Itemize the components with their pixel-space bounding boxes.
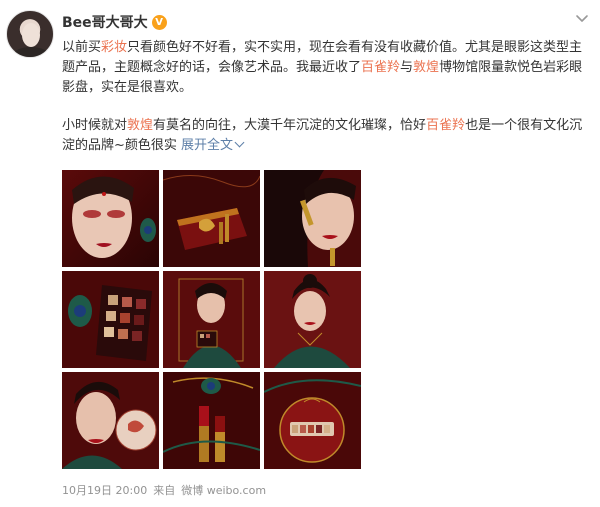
post-text-segment: 小时候就对 <box>62 118 128 133</box>
photo-thumbnail[interactable] <box>62 271 159 368</box>
post-footer: 10月19日 20:00 来自 微博 weibo.com <box>62 482 266 498</box>
keyword-link[interactable]: 百雀羚 <box>361 60 400 75</box>
photo-round-compact <box>264 372 361 469</box>
photo-lipsticks-peacock <box>163 372 260 469</box>
photo-thumbnail[interactable] <box>163 271 260 368</box>
photo-thumbnail[interactable] <box>264 170 361 267</box>
post-source[interactable]: 微博 weibo.com <box>181 482 266 498</box>
avatar-shoulder <box>13 47 49 57</box>
source-prefix: 来自 <box>153 484 176 497</box>
expand-arrow-icon <box>234 137 245 148</box>
author-name[interactable]: Bee哥大哥大 <box>62 12 148 32</box>
avatar-face <box>22 23 40 47</box>
photo-model-holding-palette <box>163 271 260 368</box>
photo-model-lipstick <box>264 170 361 267</box>
photo-thumbnail[interactable] <box>163 170 260 267</box>
post-text-segment: 有莫名的向往，大漠千年沉淀的文化璀璨，恰好 <box>153 118 427 133</box>
photo-model-with-fan <box>62 372 159 469</box>
keyword-link[interactable]: 敦煌 <box>413 60 439 75</box>
photo-model-closeup <box>62 170 159 267</box>
photo-thumbnail[interactable] <box>62 170 159 267</box>
keyword-link[interactable]: 彩妆 <box>101 40 127 55</box>
photo-model-portrait <box>264 271 361 368</box>
post-text-segment: 以前买 <box>62 40 102 55</box>
avatar[interactable] <box>6 10 54 58</box>
expand-full-text-link[interactable]: 展开全文 <box>181 137 245 153</box>
keyword-link[interactable]: 敦煌 <box>127 118 153 133</box>
keyword-link[interactable]: 百雀羚 <box>426 118 465 133</box>
photo-grid <box>62 170 361 469</box>
post-text-segment: 与 <box>400 60 414 75</box>
post-text: 以前买彩妆只看颜色好不好看，实不实用，现在会看有没有收藏价值。尤其是眼影这类型主… <box>62 38 590 174</box>
photo-palette-case <box>163 170 260 267</box>
post-paragraph-1: 以前买彩妆只看颜色好不好看，实不实用，现在会看有没有收藏价值。尤其是眼影这类型主… <box>62 38 590 98</box>
photo-thumbnail[interactable] <box>62 372 159 469</box>
post-paragraph-2: 小时候就对敦煌有莫名的向往，大漠千年沉淀的文化璀璨，恰好百雀羚也是一个很有文化沉… <box>62 116 590 156</box>
photo-thumbnail[interactable] <box>163 372 260 469</box>
photo-eyeshadow-palette <box>62 271 159 368</box>
chevron-down-icon[interactable] <box>574 10 590 26</box>
photo-thumbnail[interactable] <box>264 372 361 469</box>
expand-label: 展开全文 <box>181 138 234 153</box>
author-row: Bee哥大哥大 V <box>62 12 167 32</box>
post-date[interactable]: 10月19日 20:00 <box>62 482 147 498</box>
verified-icon: V <box>151 14 167 30</box>
photo-thumbnail[interactable] <box>264 271 361 368</box>
